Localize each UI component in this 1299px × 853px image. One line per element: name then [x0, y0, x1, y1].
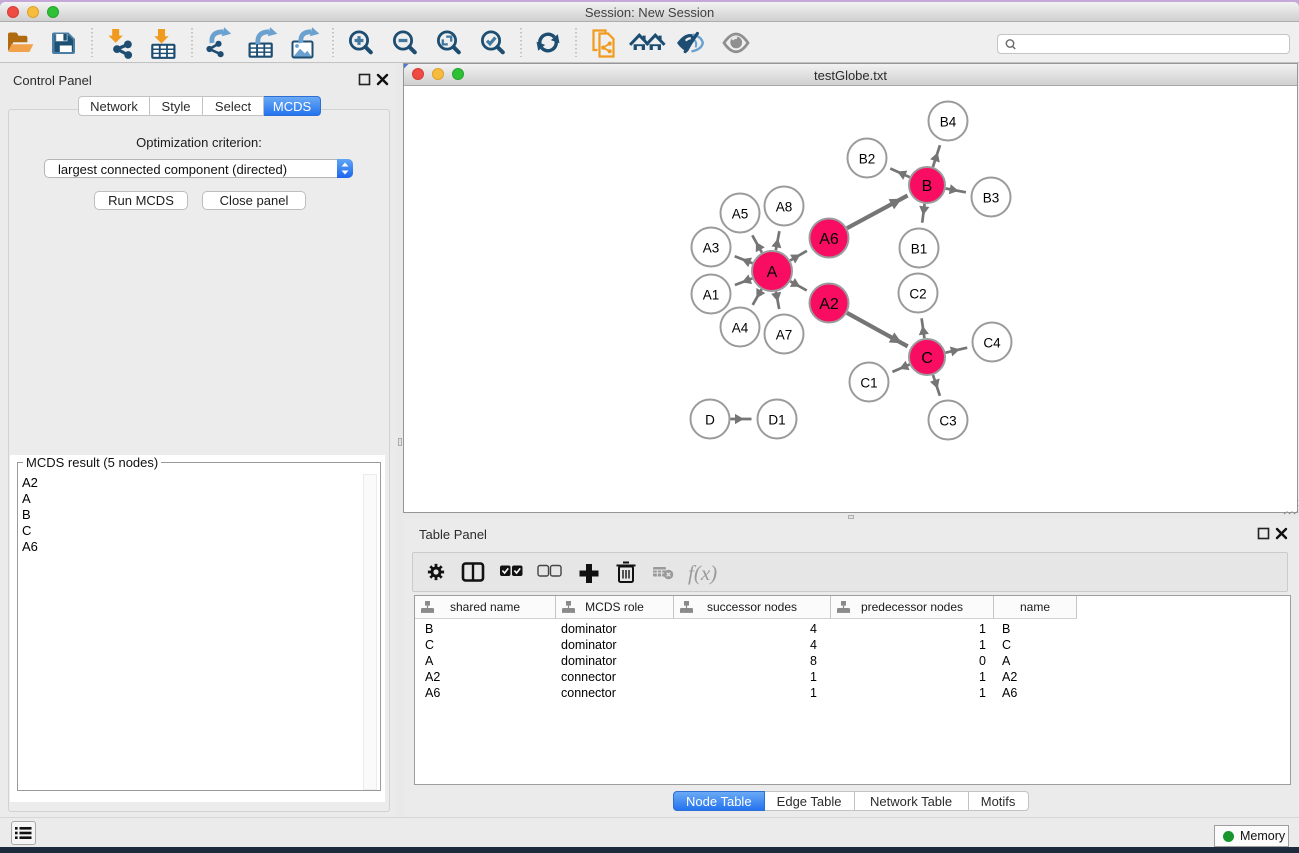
svg-text:B1: B1	[911, 242, 928, 257]
svg-text:D1: D1	[768, 413, 785, 428]
svg-text:A8: A8	[776, 200, 793, 215]
svg-text:A6: A6	[819, 231, 839, 248]
svg-text:A2: A2	[819, 296, 839, 313]
svg-text:A4: A4	[732, 321, 749, 336]
svg-text:B2: B2	[859, 152, 876, 167]
svg-text:A: A	[767, 264, 778, 281]
svg-text:A5: A5	[732, 207, 749, 222]
svg-text:B3: B3	[983, 191, 1000, 206]
svg-text:B: B	[922, 178, 933, 195]
svg-text:A3: A3	[703, 241, 720, 256]
svg-text:C2: C2	[909, 287, 926, 302]
svg-text:f(x): f(x)	[688, 561, 717, 585]
svg-text:C3: C3	[939, 414, 956, 429]
svg-text:D: D	[705, 413, 715, 428]
svg-text:C: C	[921, 350, 933, 367]
svg-text:A1: A1	[703, 288, 720, 303]
svg-text:A7: A7	[776, 328, 793, 343]
svg-text:C4: C4	[983, 336, 1001, 351]
svg-text:C1: C1	[860, 376, 877, 391]
svg-text:B4: B4	[940, 115, 957, 130]
